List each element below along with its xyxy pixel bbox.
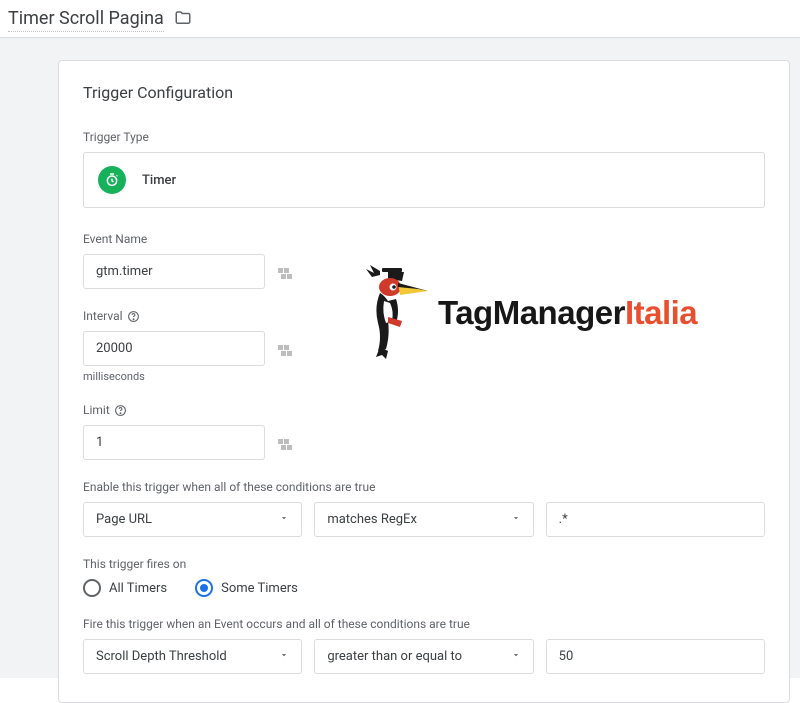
- radio-all-timers[interactable]: All Timers: [83, 579, 167, 597]
- radio-all-label: All Timers: [109, 581, 167, 596]
- variable-picker-button[interactable]: [275, 338, 303, 360]
- variable-picker-button[interactable]: [275, 432, 303, 454]
- panel-title: Trigger Configuration: [83, 83, 765, 102]
- page-title: Timer Scroll Pagina: [8, 8, 164, 29]
- chevron-down-icon: [279, 512, 289, 527]
- fire-operator-value: greater than or equal to: [327, 649, 462, 664]
- radio-icon: [83, 579, 101, 597]
- interval-hint: milliseconds: [83, 370, 765, 383]
- fire-variable-value: Scroll Depth Threshold: [96, 649, 227, 664]
- fire-value-input[interactable]: 50: [546, 639, 765, 674]
- limit-label: Limit: [83, 403, 765, 417]
- trigger-type-name: Timer: [142, 173, 176, 188]
- trigger-type-label: Trigger Type: [83, 130, 765, 144]
- trigger-type-selector[interactable]: Timer: [83, 152, 765, 208]
- config-panel: Trigger Configuration Trigger Type Timer…: [58, 60, 790, 703]
- canvas: Trigger Configuration Trigger Type Timer…: [0, 38, 800, 678]
- enable-variable-select[interactable]: Page URL: [83, 502, 302, 537]
- help-icon[interactable]: [114, 404, 127, 417]
- fire-condition-group: Fire this trigger when an Event occurs a…: [83, 617, 765, 674]
- interval-group: Interval milliseconds: [83, 309, 765, 383]
- folder-icon[interactable]: [174, 9, 192, 31]
- fires-on-label: This trigger fires on: [83, 557, 765, 571]
- radio-some-timers[interactable]: Some Timers: [195, 579, 298, 597]
- chevron-down-icon: [279, 649, 289, 664]
- chevron-down-icon: [511, 512, 521, 527]
- interval-label-text: Interval: [83, 309, 123, 323]
- limit-label-text: Limit: [83, 403, 110, 417]
- fire-value-text: 50: [559, 649, 574, 664]
- event-name-input[interactable]: [83, 254, 265, 289]
- event-name-group: Event Name: [83, 232, 765, 289]
- chevron-down-icon: [511, 649, 521, 664]
- fire-variable-select[interactable]: Scroll Depth Threshold: [83, 639, 302, 674]
- timer-icon: [98, 166, 126, 194]
- radio-some-label: Some Timers: [221, 581, 298, 596]
- interval-input[interactable]: [83, 331, 265, 366]
- fires-on-group: This trigger fires on All Timers Some Ti…: [83, 557, 765, 597]
- page-title-wrap[interactable]: Timer Scroll Pagina: [8, 8, 164, 32]
- help-icon[interactable]: [127, 310, 140, 323]
- variable-picker-button[interactable]: [275, 261, 303, 283]
- topbar: Timer Scroll Pagina: [0, 0, 800, 38]
- interval-label: Interval: [83, 309, 765, 323]
- limit-group: Limit: [83, 403, 765, 460]
- enable-value-text: .*: [559, 512, 568, 527]
- limit-input[interactable]: [83, 425, 265, 460]
- fire-cond-label: Fire this trigger when an Event occurs a…: [83, 617, 765, 631]
- enable-operator-value: matches RegEx: [327, 512, 417, 527]
- enable-condition-group: Enable this trigger when all of these co…: [83, 480, 765, 537]
- event-name-label: Event Name: [83, 232, 765, 246]
- radio-icon: [195, 579, 213, 597]
- fire-operator-select[interactable]: greater than or equal to: [314, 639, 533, 674]
- enable-variable-value: Page URL: [96, 512, 152, 527]
- enable-operator-select[interactable]: matches RegEx: [314, 502, 533, 537]
- enable-value-input[interactable]: .*: [546, 502, 765, 537]
- enable-cond-label: Enable this trigger when all of these co…: [83, 480, 765, 494]
